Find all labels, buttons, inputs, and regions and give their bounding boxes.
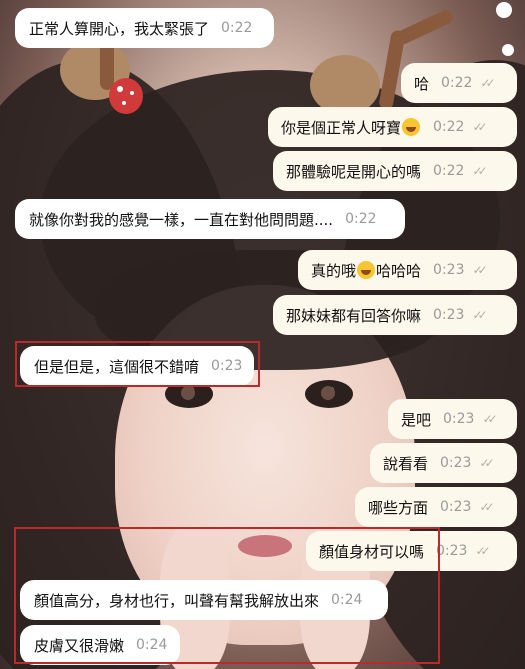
message-text: 哪些方面 [368, 498, 429, 517]
message-text: 真的哦 [311, 261, 357, 280]
message-text: 那妹妹都有回答你嘛 [286, 306, 422, 325]
message-time: 0:22 [433, 119, 465, 135]
read-receipt-icon: ✓✓ [479, 500, 494, 514]
message-time: 0:23 [433, 307, 465, 323]
read-receipt-icon: ✓✓ [475, 544, 490, 558]
message-bubble-outgoing[interactable]: 哈 0:22 ✓✓ [401, 63, 517, 103]
message-time: 0:22 [433, 163, 465, 179]
message-bubble-outgoing[interactable]: 那妹妹都有回答你嘛 0:23 ✓✓ [273, 295, 517, 335]
message-text: 哈 [414, 74, 430, 93]
message-time: 0:22 [221, 20, 253, 36]
message-text: 就像你對我的感覺一樣，一直在對他問問題.... [29, 210, 334, 229]
message-time: 0:23 [440, 499, 472, 515]
message-time: 0:22 [345, 211, 377, 227]
message-text: 你是個正常人呀寶 [281, 118, 402, 137]
message-bubble-outgoing[interactable]: 真的哦 哈哈哈 0:23 ✓✓ [298, 250, 517, 290]
message-time: 0:23 [436, 543, 468, 559]
face-with-tears-of-joy-icon [357, 261, 376, 279]
message-time: 0:23 [440, 455, 472, 471]
message-bubble-incoming[interactable]: 就像你對我的感覺一樣，一直在對他問問題.... 0:22 [15, 199, 405, 239]
message-time: 0:23 [433, 262, 465, 278]
message-bubble-outgoing[interactable]: 你是個正常人呀寶 0:22 ✓✓ [268, 107, 517, 147]
read-receipt-icon: ✓✓ [472, 263, 487, 277]
message-text-continued: 哈哈哈 [376, 261, 422, 280]
face-with-tears-of-joy-icon [402, 118, 421, 136]
message-text: 是吧 [401, 410, 432, 429]
message-time: 0:23 [443, 411, 475, 427]
read-receipt-icon: ✓✓ [482, 412, 497, 426]
highlight-box [14, 527, 440, 664]
highlight-box [15, 341, 260, 387]
berry-hairclip [109, 78, 143, 114]
message-text: 正常人算開心，我太緊張了 [29, 19, 210, 38]
message-bubble-outgoing[interactable]: 那體驗呢是開心的嗎 0:22 ✓✓ [273, 151, 517, 191]
read-receipt-icon: ✓✓ [479, 456, 494, 470]
message-bubble-outgoing[interactable]: 說看看 0:23 ✓✓ [370, 443, 517, 483]
read-receipt-icon: ✓✓ [472, 308, 487, 322]
message-text: 說看看 [383, 454, 429, 473]
message-time: 0:22 [441, 75, 473, 91]
read-receipt-icon: ✓✓ [480, 76, 495, 90]
snowflake-decoration [492, 0, 525, 62]
message-text: 那體驗呢是開心的嗎 [286, 162, 422, 181]
message-bubble-incoming[interactable]: 正常人算開心，我太緊張了 0:22 [15, 8, 274, 48]
message-bubble-outgoing[interactable]: 哪些方面 0:23 ✓✓ [355, 487, 517, 527]
read-receipt-icon: ✓✓ [472, 164, 487, 178]
message-bubble-outgoing[interactable]: 是吧 0:23 ✓✓ [388, 399, 517, 439]
read-receipt-icon: ✓✓ [472, 120, 487, 134]
